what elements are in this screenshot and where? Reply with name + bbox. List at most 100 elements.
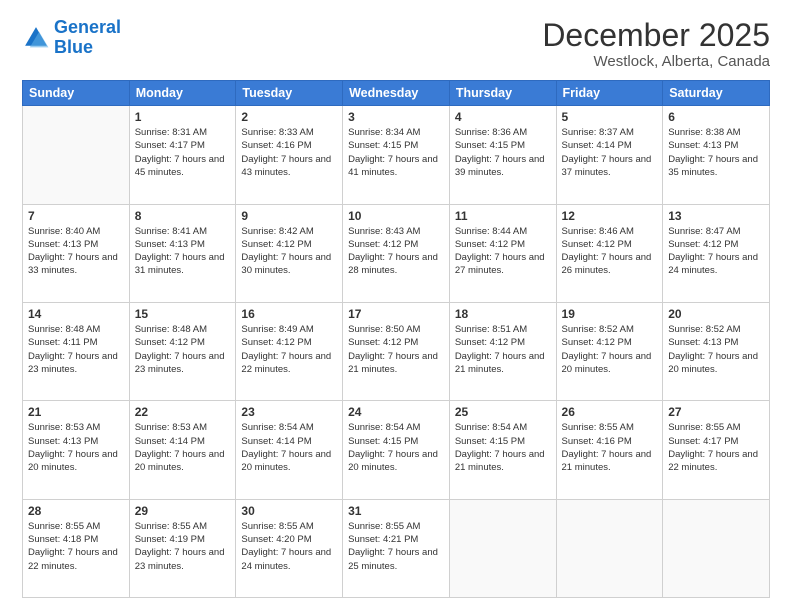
calendar-cell: 23 Sunrise: 8:54 AM Sunset: 4:14 PM Dayli… (236, 401, 343, 499)
cell-info: Sunrise: 8:52 AM Sunset: 4:12 PM Dayligh… (562, 323, 658, 376)
calendar-week-row: 28Sunrise: 8:55 AM Sunset: 4:18 PM Dayli… (23, 499, 770, 597)
calendar-cell: 31 Sunrise: 8:55 AM Sunset: 4:21 PM Dayli… (343, 499, 450, 597)
calendar-cell: 16Sunrise: 8:49 AM Sunset: 4:12 PM Dayli… (236, 302, 343, 400)
cell-info: Sunrise: 8:53 AM Sunset: 4:14 PM Dayligh… (135, 421, 231, 474)
cell-info: Sunrise: 8:48 AM Sunset: 4:11 PM Dayligh… (28, 323, 124, 376)
calendar-cell: 2Sunrise: 8:33 AM Sunset: 4:16 PM Daylig… (236, 106, 343, 204)
cell-date-number: 17 (348, 307, 444, 321)
cell-info: Sunrise: 8:54 AM Sunset: 4:14 PM Dayligh… (241, 421, 337, 474)
calendar-week-row: 14 Sunrise: 8:48 AM Sunset: 4:11 PM Dayli… (23, 302, 770, 400)
cell-info: Sunrise: 8:43 AM Sunset: 4:12 PM Dayligh… (348, 225, 444, 278)
cell-date-number: 8 (135, 209, 231, 223)
calendar-cell: 26Sunrise: 8:55 AM Sunset: 4:16 PM Dayli… (556, 401, 663, 499)
cell-date-number: 5 (562, 110, 658, 124)
calendar-cell: 4 Sunrise: 8:36 AM Sunset: 4:15 PM Daylig… (449, 106, 556, 204)
logo-icon (22, 24, 50, 52)
cell-info: Sunrise: 8:42 AM Sunset: 4:12 PM Dayligh… (241, 225, 337, 278)
cell-date-number: 19 (562, 307, 658, 321)
cell-date-number: 16 (241, 307, 337, 321)
calendar-body: 1 Sunrise: 8:31 AM Sunset: 4:17 PM Daylig… (23, 106, 770, 598)
cell-date-number: 1 (135, 110, 231, 124)
cell-info: Sunrise: 8:38 AM Sunset: 4:13 PM Dayligh… (668, 126, 764, 179)
calendar-cell: 21 Sunrise: 8:53 AM Sunset: 4:13 PM Dayli… (23, 401, 130, 499)
cell-info: Sunrise: 8:55 AM Sunset: 4:17 PM Dayligh… (668, 421, 764, 474)
cell-info: Sunrise: 8:36 AM Sunset: 4:15 PM Dayligh… (455, 126, 551, 179)
cell-date-number: 12 (562, 209, 658, 223)
calendar-cell: 27 Sunrise: 8:55 AM Sunset: 4:17 PM Dayli… (663, 401, 770, 499)
header-day: Friday (556, 81, 663, 106)
cell-date-number: 30 (241, 504, 337, 518)
calendar-cell: 13Sunrise: 8:47 AM Sunset: 4:12 PM Dayli… (663, 204, 770, 302)
calendar-cell (449, 499, 556, 597)
cell-date-number: 26 (562, 405, 658, 419)
calendar-cell: 22 Sunrise: 8:53 AM Sunset: 4:14 PM Dayli… (129, 401, 236, 499)
cell-info: Sunrise: 8:48 AM Sunset: 4:12 PM Dayligh… (135, 323, 231, 376)
cell-info: Sunrise: 8:31 AM Sunset: 4:17 PM Dayligh… (135, 126, 231, 179)
cell-info: Sunrise: 8:54 AM Sunset: 4:15 PM Dayligh… (348, 421, 444, 474)
calendar-cell: 12Sunrise: 8:46 AM Sunset: 4:12 PM Dayli… (556, 204, 663, 302)
calendar-cell: 9 Sunrise: 8:42 AM Sunset: 4:12 PM Daylig… (236, 204, 343, 302)
calendar-cell: 1 Sunrise: 8:31 AM Sunset: 4:17 PM Daylig… (129, 106, 236, 204)
cell-date-number: 22 (135, 405, 231, 419)
calendar-cell: 19 Sunrise: 8:52 AM Sunset: 4:12 PM Dayli… (556, 302, 663, 400)
calendar-cell: 25 Sunrise: 8:54 AM Sunset: 4:15 PM Dayli… (449, 401, 556, 499)
cell-info: Sunrise: 8:33 AM Sunset: 4:16 PM Dayligh… (241, 126, 337, 179)
cell-info: Sunrise: 8:44 AM Sunset: 4:12 PM Dayligh… (455, 225, 551, 278)
cell-date-number: 15 (135, 307, 231, 321)
cell-date-number: 31 (348, 504, 444, 518)
cell-date-number: 24 (348, 405, 444, 419)
calendar-table: SundayMondayTuesdayWednesdayThursdayFrid… (22, 80, 770, 598)
calendar-cell (23, 106, 130, 204)
cell-date-number: 18 (455, 307, 551, 321)
header-day: Sunday (23, 81, 130, 106)
cell-date-number: 14 (28, 307, 124, 321)
calendar-cell: 8 Sunrise: 8:41 AM Sunset: 4:13 PM Daylig… (129, 204, 236, 302)
page: General Blue December 2025 Westlock, Alb… (0, 0, 792, 612)
cell-info: Sunrise: 8:41 AM Sunset: 4:13 PM Dayligh… (135, 225, 231, 278)
header-day: Wednesday (343, 81, 450, 106)
header-day: Monday (129, 81, 236, 106)
cell-date-number: 25 (455, 405, 551, 419)
top-section: General Blue December 2025 Westlock, Alb… (22, 18, 770, 70)
cell-info: Sunrise: 8:52 AM Sunset: 4:13 PM Dayligh… (668, 323, 764, 376)
subtitle: Westlock, Alberta, Canada (542, 53, 770, 70)
calendar-cell (663, 499, 770, 597)
calendar-cell: 20 Sunrise: 8:52 AM Sunset: 4:13 PM Dayli… (663, 302, 770, 400)
main-title: December 2025 (542, 18, 770, 53)
cell-date-number: 23 (241, 405, 337, 419)
cell-date-number: 20 (668, 307, 764, 321)
calendar-week-row: 21 Sunrise: 8:53 AM Sunset: 4:13 PM Dayli… (23, 401, 770, 499)
cell-info: Sunrise: 8:37 AM Sunset: 4:14 PM Dayligh… (562, 126, 658, 179)
cell-info: Sunrise: 8:55 AM Sunset: 4:19 PM Dayligh… (135, 520, 231, 573)
cell-date-number: 21 (28, 405, 124, 419)
header-day: Saturday (663, 81, 770, 106)
cell-date-number: 11 (455, 209, 551, 223)
title-section: December 2025 Westlock, Alberta, Canada (542, 18, 770, 70)
calendar-cell: 28Sunrise: 8:55 AM Sunset: 4:18 PM Dayli… (23, 499, 130, 597)
cell-date-number: 9 (241, 209, 337, 223)
cell-info: Sunrise: 8:40 AM Sunset: 4:13 PM Dayligh… (28, 225, 124, 278)
calendar-cell: 14 Sunrise: 8:48 AM Sunset: 4:11 PM Dayli… (23, 302, 130, 400)
cell-date-number: 10 (348, 209, 444, 223)
cell-date-number: 3 (348, 110, 444, 124)
cell-info: Sunrise: 8:47 AM Sunset: 4:12 PM Dayligh… (668, 225, 764, 278)
calendar-cell (556, 499, 663, 597)
cell-date-number: 29 (135, 504, 231, 518)
calendar-cell: 17 Sunrise: 8:50 AM Sunset: 4:12 PM Dayli… (343, 302, 450, 400)
cell-info: Sunrise: 8:53 AM Sunset: 4:13 PM Dayligh… (28, 421, 124, 474)
calendar-cell: 11 Sunrise: 8:44 AM Sunset: 4:12 PM Dayli… (449, 204, 556, 302)
calendar-cell: 18 Sunrise: 8:51 AM Sunset: 4:12 PM Dayli… (449, 302, 556, 400)
calendar-week-row: 1 Sunrise: 8:31 AM Sunset: 4:17 PM Daylig… (23, 106, 770, 204)
cell-date-number: 27 (668, 405, 764, 419)
calendar-cell: 15 Sunrise: 8:48 AM Sunset: 4:12 PM Dayli… (129, 302, 236, 400)
calendar-cell: 29 Sunrise: 8:55 AM Sunset: 4:19 PM Dayli… (129, 499, 236, 597)
cell-info: Sunrise: 8:51 AM Sunset: 4:12 PM Dayligh… (455, 323, 551, 376)
calendar-week-row: 7Sunrise: 8:40 AM Sunset: 4:13 PM Daylig… (23, 204, 770, 302)
logo-line1: General (54, 17, 121, 37)
cell-info: Sunrise: 8:54 AM Sunset: 4:15 PM Dayligh… (455, 421, 551, 474)
cell-info: Sunrise: 8:55 AM Sunset: 4:21 PM Dayligh… (348, 520, 444, 573)
logo: General Blue (22, 18, 121, 58)
cell-info: Sunrise: 8:50 AM Sunset: 4:12 PM Dayligh… (348, 323, 444, 376)
cell-date-number: 4 (455, 110, 551, 124)
calendar-cell: 5 Sunrise: 8:37 AM Sunset: 4:14 PM Daylig… (556, 106, 663, 204)
